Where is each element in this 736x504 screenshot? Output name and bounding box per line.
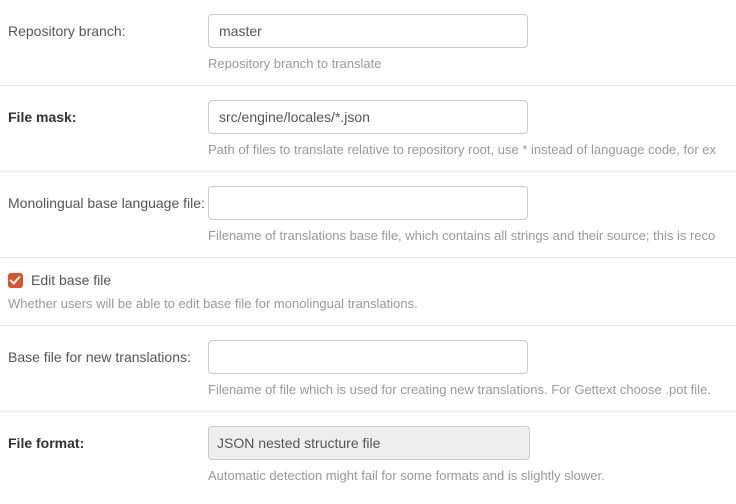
row-file-mask: File mask: Path of files to translate re… [0,86,736,172]
component-settings-form: Repository branch: Repository branch to … [0,0,736,497]
select-file-format[interactable]: JSON nested structure file [208,426,530,460]
select-file-format-value: JSON nested structure file [217,435,380,451]
field-mono-base: Filename of translations base file, whic… [208,186,728,243]
help-mono-base: Filename of translations base file, whic… [208,228,728,243]
label-file-mask: File mask: [8,100,208,126]
help-base-new: Filename of file which is used for creat… [208,382,728,397]
field-file-mask: Path of files to translate relative to r… [208,100,728,157]
help-file-format: Automatic detection might fail for some … [208,468,728,483]
row-file-format: File format: JSON nested structure file … [0,412,736,497]
label-base-new: Base file for new translations: [8,340,208,366]
row-base-new: Base file for new translations: Filename… [0,326,736,412]
help-edit-base: Whether users will be able to edit base … [8,296,728,311]
help-repository-branch: Repository branch to translate [208,56,728,71]
label-mono-base: Monolingual base language file: [8,186,208,212]
label-file-format: File format: [8,426,208,452]
row-repository-branch: Repository branch: Repository branch to … [0,0,736,86]
help-file-mask: Path of files to translate relative to r… [208,142,728,157]
input-base-new[interactable] [208,340,528,374]
field-repository-branch: Repository branch to translate [208,14,728,71]
row-edit-base: Edit base file Whether users will be abl… [0,258,736,326]
input-repository-branch[interactable] [208,14,528,48]
checkbox-edit-base[interactable] [8,273,23,288]
input-file-mask[interactable] [208,100,528,134]
row-mono-base: Monolingual base language file: Filename… [0,172,736,258]
field-file-format: JSON nested structure file Automatic det… [208,426,728,483]
label-edit-base: Edit base file [31,272,111,288]
field-base-new: Filename of file which is used for creat… [208,340,728,397]
label-repository-branch: Repository branch: [8,14,208,40]
input-mono-base[interactable] [208,186,528,220]
checkbox-line-edit-base[interactable]: Edit base file [8,272,728,288]
